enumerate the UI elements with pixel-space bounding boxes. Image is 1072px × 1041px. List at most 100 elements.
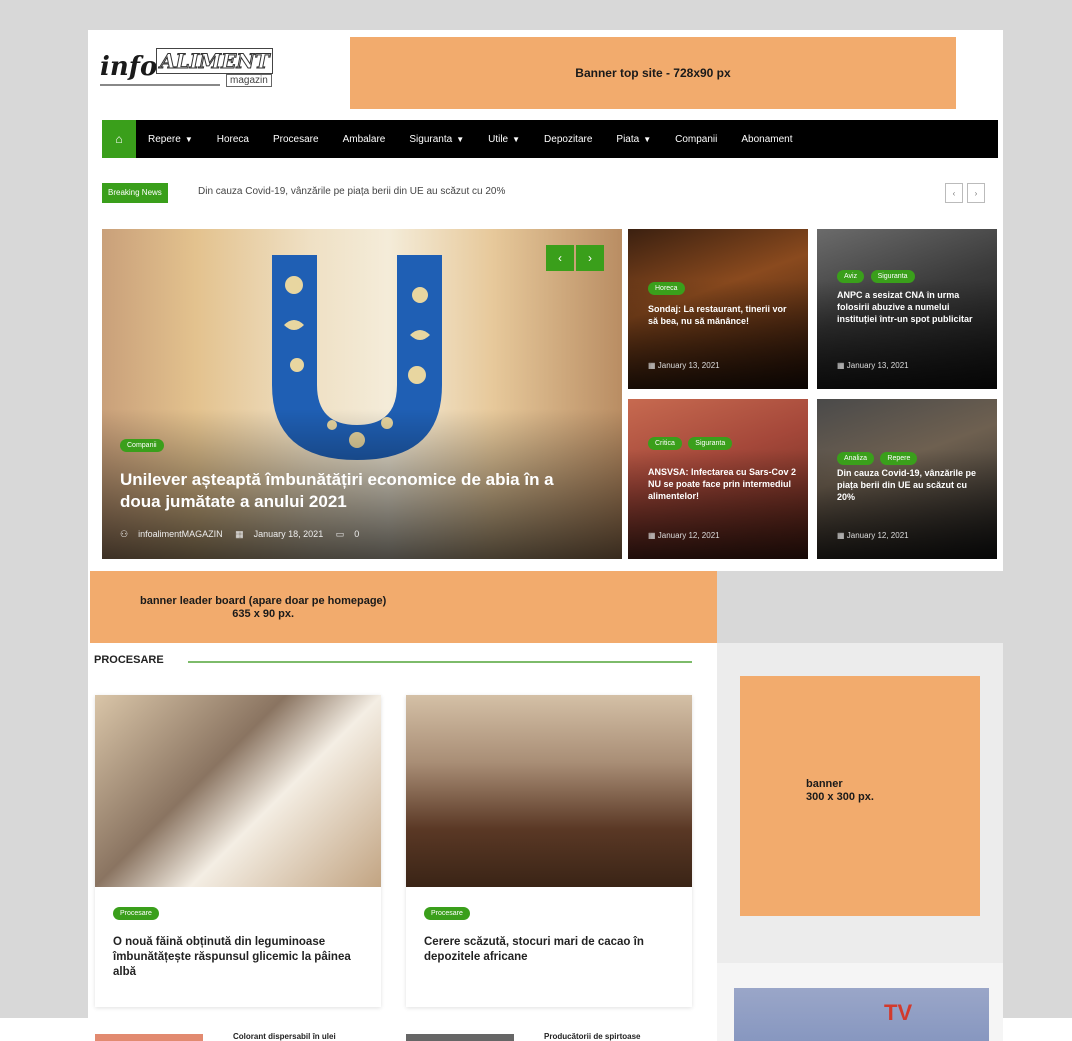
card-date: ▦ January 12, 2021 — [648, 531, 720, 540]
category-badge[interactable]: Aviz — [837, 270, 865, 283]
card-date-text: January 12, 2021 — [846, 531, 909, 540]
card-date-text: January 13, 2021 — [657, 361, 720, 370]
nav-item-procesare[interactable]: Procesare — [273, 134, 319, 145]
site-page: info ALIMENT magazin Banner top site - 7… — [88, 30, 1003, 1041]
tv-logo-text: TV — [884, 1000, 913, 1025]
calendar-icon: ▦ — [837, 531, 847, 540]
hero-slide[interactable]: ‹ › Companii Unilever așteaptă îmbunătăț… — [102, 229, 622, 559]
list-item-title[interactable]: Producătorii de spirtoase — [544, 1032, 640, 1041]
main-navigation: ⌂ Repere ▼ Horeca Procesare Ambalare Sigu… — [102, 120, 998, 158]
featured-card[interactable]: Critica Siguranta ANSVSA: Infectarea cu … — [628, 399, 808, 559]
banner-300-line1: banner — [806, 778, 843, 790]
banner-300-line2: 300 x 300 px. — [806, 791, 874, 803]
nav-item-horeca[interactable]: Horeca — [217, 134, 249, 145]
card-date-text: January 12, 2021 — [657, 531, 720, 540]
category-badge[interactable]: Horeca — [648, 282, 685, 295]
logo-magazin-text: magazin — [226, 74, 272, 87]
card-title[interactable]: Din cauza Covid-19, vânzările pe piața b… — [837, 467, 987, 503]
hero-date: January 18, 2021 — [253, 529, 324, 539]
list-item[interactable]: Producătorii de spirtoase — [406, 1032, 696, 1041]
hero-comments: 0 — [354, 529, 360, 539]
featured-card[interactable]: Analiza Repere Din cauza Covid-19, vânză… — [817, 399, 997, 559]
card-date: ▦ January 12, 2021 — [837, 531, 909, 540]
calendar-icon: ▦ — [648, 361, 658, 370]
list-item[interactable]: Colorant dispersabil în ulei — [95, 1032, 385, 1041]
logo-aliment-text: ALIMENT — [156, 48, 274, 74]
ticker-next-button[interactable]: › — [967, 183, 985, 203]
nav-item-companii[interactable]: Companii — [675, 134, 717, 145]
category-badge[interactable]: Procesare — [424, 907, 470, 920]
nav-item-repere[interactable]: Repere ▼ — [148, 134, 193, 145]
category-badge[interactable]: Repere — [880, 452, 918, 465]
hero-author[interactable]: infoalimentMAGAZIN — [138, 529, 223, 539]
comment-icon: ▭ — [335, 529, 345, 539]
chevron-right-icon[interactable]: › — [576, 245, 604, 271]
tv-banner-image[interactable]: TV — [734, 988, 989, 1041]
nav-label: Siguranta — [409, 133, 453, 145]
hero-category-badge[interactable]: Companii — [120, 439, 164, 452]
nav-item-abonament[interactable]: Abonament — [741, 134, 792, 145]
nav-label: Companii — [675, 133, 718, 145]
hero-meta: ⚇ infoalimentMAGAZIN ▦ January 18, 2021 ▭ 0 — [120, 529, 369, 540]
breaking-news-headline[interactable]: Din cauza Covid-19, vânzările pe piața b… — [198, 186, 505, 197]
nav-label: Horeca — [216, 133, 249, 145]
leaderboard-text: banner leader board (apare doar pe homep… — [140, 595, 386, 621]
home-icon[interactable]: ⌂ — [102, 120, 136, 158]
category-badge[interactable]: Critica — [648, 437, 682, 450]
list-item-thumbnail[interactable] — [406, 1034, 514, 1041]
leaderboard-line2: 635 x 90 px. — [232, 608, 295, 620]
card-categories: Critica Siguranta — [648, 432, 734, 450]
logo-info-text: info — [100, 52, 158, 82]
section-title[interactable]: PROCESARE — [94, 654, 164, 666]
card-categories: Analiza Repere — [837, 447, 919, 465]
logo-tagline — [100, 84, 220, 86]
banner-top-site[interactable]: Banner top site - 728x90 px — [350, 37, 956, 109]
nav-label: Procesare — [272, 133, 319, 145]
banner-300x300[interactable]: banner 300 x 300 px. — [740, 676, 980, 916]
nav-item-depozitare[interactable]: Depozitare — [544, 134, 592, 145]
list-item-title[interactable]: Colorant dispersabil în ulei — [233, 1032, 336, 1041]
section-divider — [188, 661, 692, 663]
post-image[interactable] — [406, 695, 692, 887]
card-title[interactable]: ANSVSA: Infectarea cu Sars-Cov 2 NU se p… — [648, 466, 798, 502]
nav-label: Repere — [148, 133, 181, 145]
post-title[interactable]: Cerere scăzută, stocuri mari de cacao în… — [424, 935, 684, 965]
card-shade — [628, 279, 808, 389]
post-card[interactable]: Procesare O nouă făină obținută din legu… — [95, 695, 381, 1007]
category-badge[interactable]: Siguranta — [688, 437, 733, 450]
chevron-down-icon: ▼ — [456, 134, 465, 144]
leaderboard-line1: banner leader board (apare doar pe homep… — [140, 595, 387, 607]
banner-300-text: banner 300 x 300 px. — [806, 778, 874, 804]
featured-card[interactable]: Horeca Sondaj: La restaurant, tinerii vo… — [628, 229, 808, 389]
nav-item-siguranta[interactable]: Siguranta ▼ — [409, 134, 464, 145]
slider-arrows: ‹ › — [546, 245, 604, 271]
card-date-text: January 13, 2021 — [846, 361, 909, 370]
calendar-icon: ▦ — [648, 531, 658, 540]
card-title[interactable]: Sondaj: La restaurant, tinerii vor să be… — [648, 303, 798, 327]
category-badge[interactable]: Analiza — [837, 452, 874, 465]
calendar-icon: ▦ — [235, 529, 244, 539]
nav-item-ambalare[interactable]: Ambalare — [343, 134, 386, 145]
breaking-news-bar: Breaking News Din cauza Covid-19, vânzăr… — [102, 182, 998, 204]
banner-leaderboard[interactable]: banner leader board (apare doar pe homep… — [90, 571, 717, 643]
leaderboard-side-gap — [717, 571, 1003, 643]
breaking-news-label: Breaking News — [102, 183, 168, 203]
card-title[interactable]: ANPC a sesizat CNA în urma folosirii abu… — [837, 289, 987, 325]
chevron-down-icon: ▼ — [643, 134, 652, 144]
nav-item-utile[interactable]: Utile ▼ — [488, 134, 520, 145]
card-date: ▦ January 13, 2021 — [648, 361, 720, 370]
ticker-prev-button[interactable]: ‹ — [945, 183, 963, 203]
post-image[interactable] — [95, 695, 381, 887]
featured-card[interactable]: Aviz Siguranta ANPC a sesizat CNA în urm… — [817, 229, 997, 389]
nav-label: Utile — [488, 133, 509, 145]
nav-label: Abonament — [741, 133, 793, 145]
chevron-left-icon[interactable]: ‹ — [546, 245, 574, 271]
site-logo[interactable]: info ALIMENT magazin — [100, 44, 280, 94]
post-card[interactable]: Procesare Cerere scăzută, stocuri mari d… — [406, 695, 692, 1007]
category-badge[interactable]: Procesare — [113, 907, 159, 920]
category-badge[interactable]: Siguranta — [870, 270, 915, 283]
list-item-thumbnail[interactable] — [95, 1034, 203, 1041]
nav-item-piata[interactable]: Piata ▼ — [616, 134, 651, 145]
post-title[interactable]: O nouă făină obținută din leguminoase îm… — [113, 935, 373, 980]
hero-title[interactable]: Unilever așteaptă îmbunătățiri economice… — [120, 469, 590, 513]
